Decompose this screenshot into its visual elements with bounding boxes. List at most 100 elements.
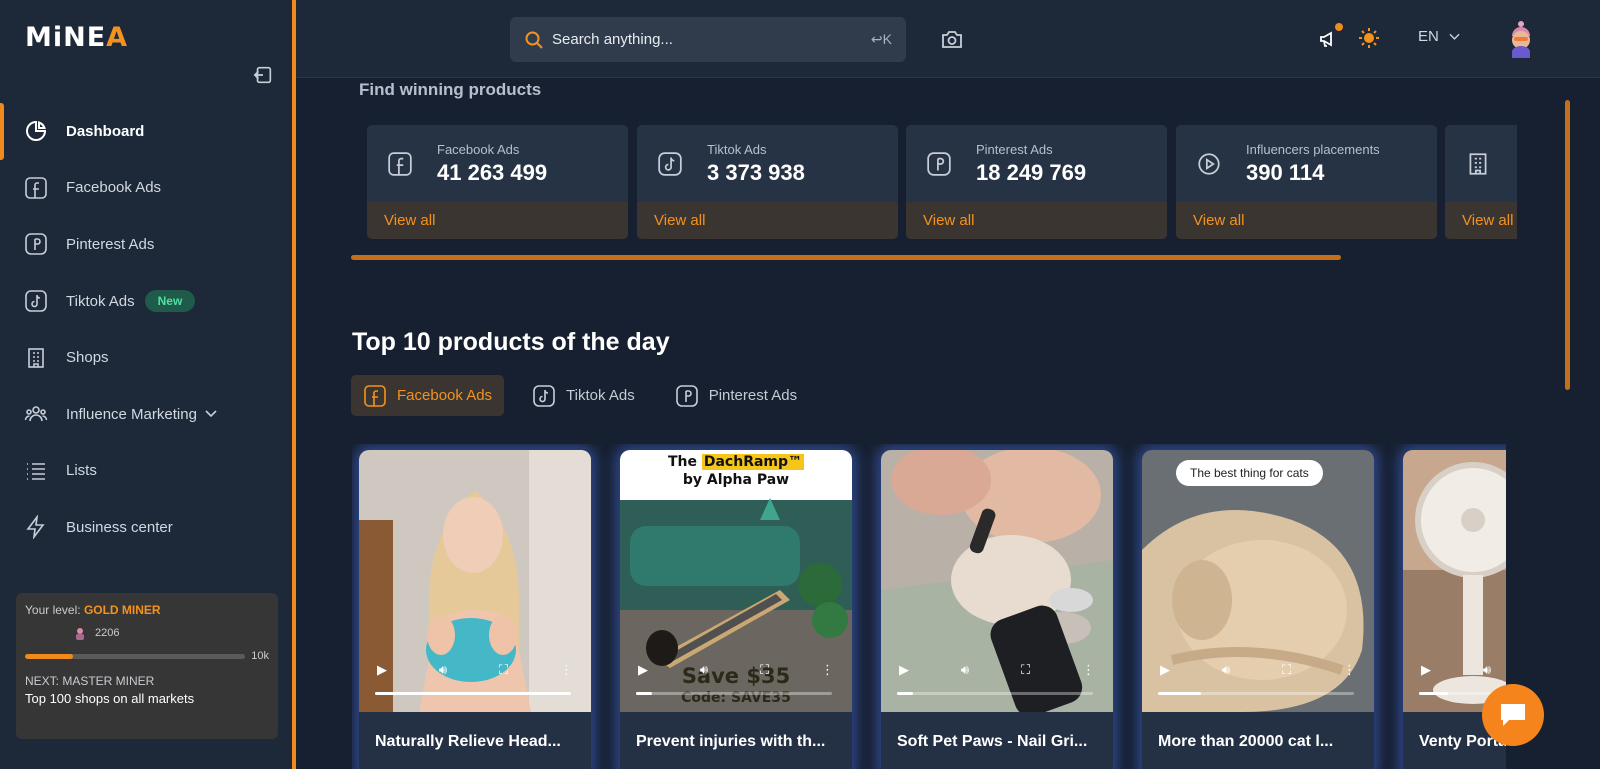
minea-logo[interactable]: MiNEA [25,22,128,53]
sidebar-item-shops[interactable]: Shops [0,329,292,386]
stat-card-shops[interactable]: View all [1445,125,1517,239]
volume-icon[interactable]: 🔊︎ [1222,662,1230,678]
horizontal-scrollbar[interactable] [351,255,1341,260]
video-progress[interactable] [897,692,1093,695]
chat-support-button[interactable] [1482,684,1544,746]
stat-value: 41 263 499 [437,160,548,185]
stat-card-influencers[interactable]: Influencers placements 390 114 View all [1176,125,1437,239]
volume-icon[interactable]: 🔊︎ [961,662,969,678]
view-all-label: View all [384,212,436,229]
volume-icon[interactable]: 🔊︎ [439,662,447,678]
sidebar-item-tiktok-ads[interactable]: Tiktok Ads New [0,273,292,330]
fullscreen-icon[interactable]: ⛶ [1282,662,1291,678]
sidebar-item-pinterest-ads[interactable]: Pinterest Ads [0,216,292,273]
play-icon[interactable]: ▶ [1160,662,1170,678]
pinterest-icon [24,232,48,256]
stat-label: Tiktok Ads [707,142,767,157]
product-card[interactable]: ▶ 🔊︎ ⛶ ⋮ Naturally Relieve Head... [359,450,591,769]
platform-tabs: Facebook Ads Tiktok Ads Pinterest Ads [351,375,825,416]
camera-icon[interactable] [940,28,964,50]
miner-avatar-icon [76,628,84,640]
language-selector[interactable]: EN [1418,28,1460,45]
megaphone-icon[interactable] [1318,23,1343,50]
facebook-icon [24,176,48,200]
view-all-link[interactable]: View all [1445,202,1517,239]
sidebar-item-lists[interactable]: Lists [0,443,292,500]
level-card: Your level: GOLD MINER 2206 10k NEXT: MA… [16,593,278,739]
next-level-desc: Top 100 shops on all markets [25,691,195,706]
pie-chart-icon [24,119,48,143]
product-card[interactable]: The DachRamp™ by Alpha Paw Save $35 Code… [620,450,852,769]
video-controls: ▶ 🔊︎ ⛶ ⋮ [1142,652,1374,712]
volume-icon[interactable]: 🔊︎ [1483,662,1491,678]
tab-facebook-ads[interactable]: Facebook Ads [351,375,505,416]
sidebar-item-dashboard[interactable]: Dashboard [0,103,292,160]
level-label: Your level: GOLD MINER [25,603,269,617]
sidebar-item-influence-marketing[interactable]: Influence Marketing [0,386,292,443]
sidebar-item-label: Pinterest Ads [66,235,155,253]
stat-value: 18 249 769 [976,160,1087,185]
stat-label: Influencers placements [1246,142,1380,157]
product-card[interactable]: The best thing for cats ▶ 🔊︎ ⛶ ⋮ More than … [1142,450,1374,769]
video-progress[interactable] [1158,692,1354,695]
more-options-icon[interactable]: ⋮ [560,662,573,678]
top-products-title: Top 10 products of the day [352,328,670,356]
tiktok-icon [24,289,48,313]
more-options-icon[interactable]: ⋮ [1343,662,1356,678]
product-card[interactable]: ▶ 🔊︎ ⛶ ⋮ Soft Pet Paws - Nail Gri... [881,450,1113,769]
play-icon[interactable]: ▶ [899,662,909,678]
fullscreen-icon[interactable]: ⛶ [760,662,769,678]
view-all-link[interactable]: View all [906,202,1167,239]
vertical-scrollbar[interactable] [1565,100,1570,390]
pinterest-icon [926,151,952,177]
play-icon[interactable]: ▶ [638,662,648,678]
view-all-link[interactable]: View all [367,202,628,239]
video-progress[interactable] [375,692,571,695]
fullscreen-icon[interactable]: ⛶ [1021,662,1030,678]
chevron-down-icon [205,407,217,421]
play-icon[interactable]: ▶ [377,662,387,678]
level-progress-row: 10k [25,650,269,662]
tab-pinterest-ads[interactable]: Pinterest Ads [663,375,809,416]
volume-icon[interactable]: 🔊︎ [700,662,708,678]
product-title: More than 20000 cat l... [1158,733,1334,750]
section-label: Find winning products [359,80,542,99]
video-controls: ▶ 🔊︎ ⛶ ⋮ [881,652,1113,712]
tiktok-icon [657,151,683,177]
people-icon [24,402,48,426]
product-title: Naturally Relieve Head... [375,733,561,750]
chat-icon [1501,704,1525,726]
tab-tiktok-ads[interactable]: Tiktok Ads [520,375,647,416]
next-level: NEXT: MASTER MINER [25,674,155,688]
video-progress[interactable] [636,692,832,695]
search-input[interactable]: Search anything... [552,31,871,48]
tab-label: Pinterest Ads [708,387,798,404]
product-title: Prevent injuries with th... [636,733,826,750]
collapse-sidebar-icon[interactable] [252,64,274,86]
video-progress-fill [375,692,571,695]
stats-carousel: Facebook Ads 41 263 499 View all Tiktok … [367,125,1517,241]
play-icon[interactable]: ▶ [1421,662,1431,678]
fullscreen-icon[interactable]: ⛶ [499,662,508,678]
main-content: Find winning products Facebook Ads 41 26… [296,78,1576,769]
sidebar-nav: Dashboard Facebook Ads Pinterest Ads Tik… [0,103,292,556]
sidebar-item-business-center[interactable]: Business center [0,499,292,556]
sidebar-item-facebook-ads[interactable]: Facebook Ads [0,160,292,217]
video-controls: ▶ 🔊︎ ⛶ ⋮ [359,652,591,712]
tiktok-icon [532,384,556,408]
logo-text-accent: A [106,22,129,53]
video-controls: ▶ 🔊︎ ⛶ ⋮ [620,652,852,712]
building-icon [1465,151,1491,177]
sun-icon[interactable] [1358,27,1380,49]
sidebar-item-label: Lists [66,462,97,480]
more-options-icon[interactable]: ⋮ [821,662,834,678]
view-all-link[interactable]: View all [1176,202,1437,239]
user-avatar[interactable] [1506,18,1536,58]
stat-card-pinterest[interactable]: Pinterest Ads 18 249 769 View all [906,125,1167,239]
sidebar-item-label: Business center [66,518,173,536]
stat-card-facebook[interactable]: Facebook Ads 41 263 499 View all [367,125,628,239]
more-options-icon[interactable]: ⋮ [1082,662,1095,678]
stat-card-tiktok[interactable]: Tiktok Ads 3 373 938 View all [637,125,898,239]
search-bar[interactable]: Search anything... ↩K [510,17,906,62]
view-all-link[interactable]: View all [637,202,898,239]
